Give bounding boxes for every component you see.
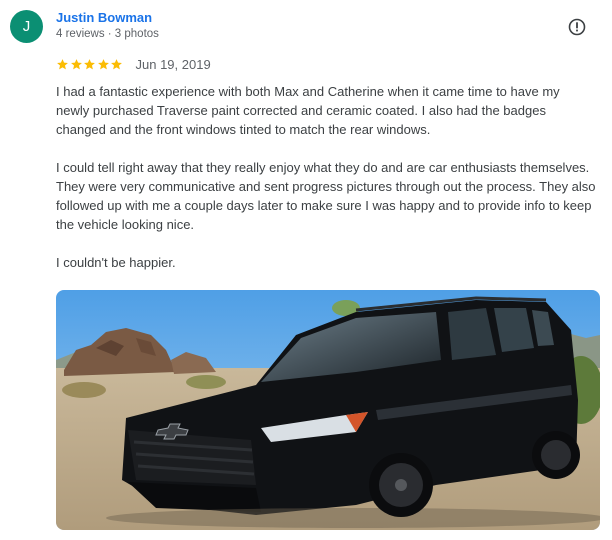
review-text: I had a fantastic experience with both M…: [56, 82, 596, 291]
review-paragraph: I had a fantastic experience with both M…: [56, 84, 560, 137]
rating-row: Jun 19, 2019: [56, 57, 211, 72]
avatar-initial: J: [22, 18, 31, 35]
avatar[interactable]: J: [10, 10, 43, 43]
star-icon: [97, 59, 109, 70]
star-icon: [84, 59, 95, 70]
report-icon[interactable]: [568, 18, 586, 36]
reviewer-name[interactable]: Justin Bowman: [56, 10, 152, 25]
review-photo[interactable]: [56, 290, 600, 530]
review-date: Jun 19, 2019: [135, 57, 211, 72]
review-paragraph: I couldn't be happier.: [56, 255, 176, 270]
star-icon: [70, 59, 82, 70]
star-rating: [56, 58, 124, 71]
review-paragraph: I could tell right away that they really…: [56, 160, 596, 232]
star-icon: [111, 59, 122, 70]
star-icon: [57, 59, 68, 70]
reviewer-stats: 4 reviews · 3 photos: [56, 28, 159, 40]
